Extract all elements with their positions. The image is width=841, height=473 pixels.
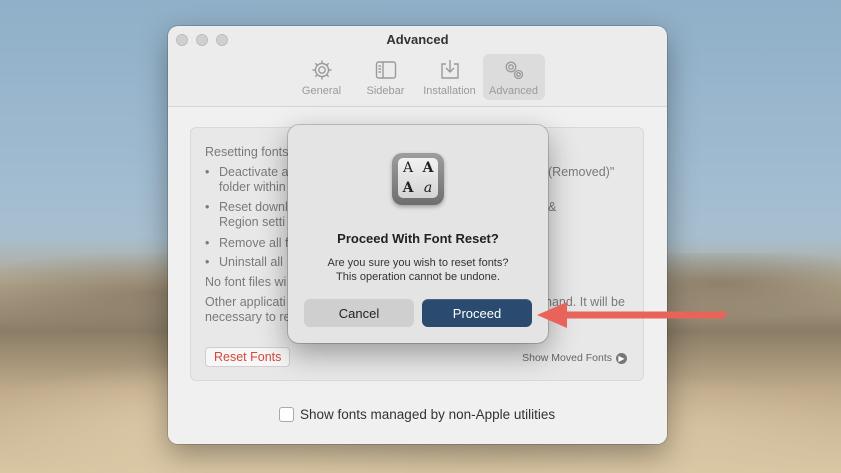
non-apple-utilities-checkbox[interactable] <box>279 407 294 422</box>
window-title: Advanced <box>386 32 449 47</box>
tab-advanced-label: Advanced <box>489 85 538 97</box>
bullet-remove: Remove all f <box>205 236 289 250</box>
gear-icon <box>312 60 331 80</box>
preferences-toolbar: General Sidebar Installation Advanced <box>168 54 667 106</box>
annotation-arrow-icon <box>537 302 727 328</box>
dialog-message: Are you sure you wish to reset fonts? Th… <box>298 256 538 284</box>
font-book-icon: AA Aa <box>392 153 444 205</box>
bullet-reset-downloads-line2: Region setti <box>219 215 286 229</box>
tab-advanced[interactable]: Advanced <box>482 54 545 100</box>
tab-sidebar-label: Sidebar <box>366 85 405 97</box>
bullet-uninstall: Uninstall all <box>205 255 283 269</box>
dialog-message-line1: Are you sure you wish to reset fonts? <box>327 257 509 269</box>
bullet-reset-downloads-tail: & <box>548 200 557 214</box>
non-apple-utilities-option[interactable]: Show fonts managed by non-Apple utilitie… <box>279 407 555 422</box>
proceed-button[interactable]: Proceed <box>422 299 532 327</box>
reset-intro-text: Resetting fonts <box>205 145 289 159</box>
cancel-button[interactable]: Cancel <box>304 299 414 327</box>
bullet-reset-downloads: Reset downl <box>205 200 288 214</box>
show-moved-fonts-label: Show Moved Fonts <box>522 352 612 364</box>
sidebar-icon <box>375 61 396 79</box>
tab-installation-label: Installation <box>423 85 476 97</box>
tab-installation[interactable]: Installation <box>419 54 481 100</box>
tab-general[interactable]: General <box>291 54 353 100</box>
download-tray-icon <box>440 60 459 79</box>
font-reset-dialog: AA Aa Proceed With Font Reset? Are you s… <box>288 125 548 343</box>
no-font-files-text: No font files wi <box>205 275 287 289</box>
gears-icon <box>505 61 523 80</box>
show-moved-fonts-link[interactable]: Show Moved Fonts ▶ <box>522 352 627 364</box>
non-apple-utilities-label: Show fonts managed by non-Apple utilitie… <box>300 407 556 422</box>
tab-general-label: General <box>301 85 342 97</box>
reset-fonts-button[interactable]: Reset Fonts <box>205 347 291 367</box>
bullet-deactivate-line2: folder within <box>219 180 286 194</box>
other-apps-text: Other applicati <box>205 295 286 309</box>
tab-sidebar[interactable]: Sidebar <box>355 54 417 100</box>
other-apps-line2: necessary to re <box>205 310 291 324</box>
arrow-right-circle-icon: ▶ <box>616 352 627 364</box>
bullet-deactivate-tail: (Removed)" <box>548 165 615 179</box>
dialog-title: Proceed With Font Reset? <box>337 231 499 246</box>
bullet-deactivate: Deactivate a <box>205 165 289 179</box>
dialog-message-line2: This operation cannot be undone. <box>336 271 500 283</box>
